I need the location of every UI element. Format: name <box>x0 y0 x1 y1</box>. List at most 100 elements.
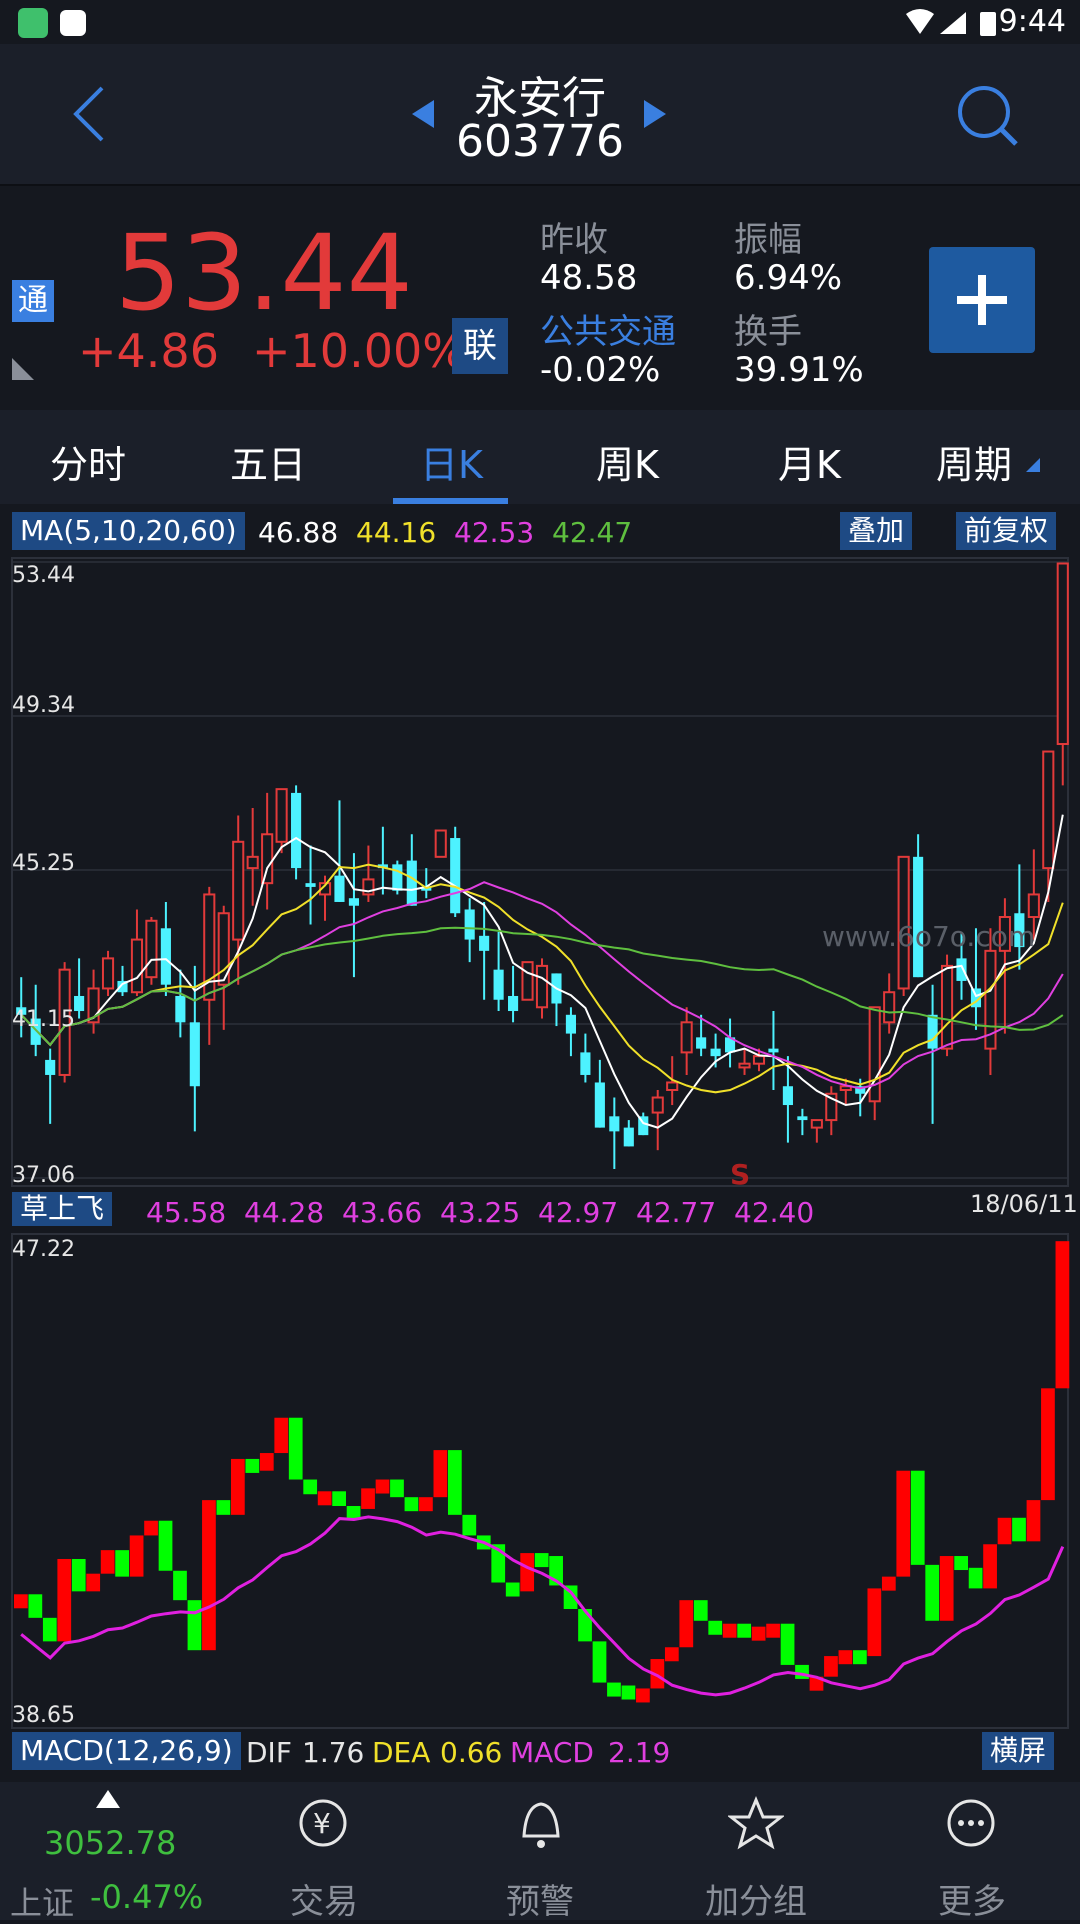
macd-value: 2.19 <box>608 1736 671 1769</box>
tab-monthly-k[interactable]: 月K <box>778 434 841 489</box>
sub-y-bottom: 38.65 <box>12 1703 75 1728</box>
add-watchlist-button[interactable] <box>929 247 1035 353</box>
ma5-value: 46.88 <box>258 516 339 549</box>
lian-badge[interactable]: 联 <box>452 318 508 374</box>
bottom-nav: 3052.78 上证 -0.47% ¥ 交易 预警 加分组 更多 <box>0 1782 1080 1922</box>
candle <box>246 807 259 906</box>
candle <box>175 969 186 1038</box>
y-label-bottom: 37.06 <box>12 1163 75 1188</box>
landscape-button[interactable]: 横屏 <box>982 1732 1055 1770</box>
header: 永安行 603776 <box>0 44 1080 186</box>
dif-value: 1.76 <box>302 1736 365 1769</box>
candle <box>117 965 128 996</box>
indicator-value-5: 42.97 <box>538 1196 619 1229</box>
candle <box>130 909 144 996</box>
nav-alert-label: 预警 <box>506 1882 574 1922</box>
indicator-block <box>896 1470 911 1577</box>
tab-daily-k[interactable]: 日K <box>420 434 483 489</box>
indicator-name[interactable]: 草上飞 <box>12 1192 113 1226</box>
tab-weekly-k[interactable]: 周K <box>596 434 659 489</box>
index-value[interactable]: 3052.78 <box>44 1824 176 1862</box>
candle <box>913 834 924 978</box>
active-tab-indicator <box>393 498 508 504</box>
price-change-percent: +10.00% <box>252 324 466 378</box>
candle <box>825 1086 838 1136</box>
caoshangfei-chart[interactable]: 47.22 38.65 <box>0 1232 1080 1730</box>
y-label-3: 45.25 <box>12 851 75 876</box>
index-name[interactable]: 上证 <box>10 1878 74 1924</box>
candle <box>768 1011 779 1090</box>
prev-close-label: 昨收 <box>540 220 608 260</box>
nav-alert[interactable]: 预警 <box>480 1782 600 1922</box>
candle <box>203 886 216 1045</box>
indicator-block <box>592 1641 607 1683</box>
indicator-block <box>1055 1241 1070 1389</box>
sell-signal-marker: S <box>730 1158 750 1188</box>
indicator-block <box>317 1491 332 1506</box>
indicator-block <box>939 1556 954 1621</box>
y-label-4: 41.15 <box>12 1007 75 1032</box>
kline-chart[interactable]: www.6o7o.com S 53.44 49.34 45.25 41.15 3… <box>0 556 1080 1188</box>
candle <box>580 1033 591 1083</box>
indicator-block <box>766 1623 780 1638</box>
chart-date: 18/06/11 <box>970 1190 1078 1218</box>
watermark: www.6o7o.com <box>822 920 1035 953</box>
indicator-block <box>636 1688 650 1703</box>
status-time: 9:44 <box>998 4 1066 39</box>
indicator-block <box>115 1550 130 1577</box>
candle <box>261 792 274 910</box>
candle <box>434 829 447 858</box>
overlay-button[interactable]: 叠加 <box>840 512 913 550</box>
candle <box>797 1108 808 1136</box>
svg-text:¥: ¥ <box>313 1807 331 1840</box>
more-icon <box>947 1799 995 1847</box>
index-change[interactable]: -0.47% <box>90 1878 203 1916</box>
nav-trade[interactable]: ¥ 交易 <box>264 1782 384 1922</box>
candle <box>651 1090 664 1151</box>
nav-more[interactable]: 更多 <box>912 1782 1032 1922</box>
indicator-block <box>867 1588 882 1657</box>
candle <box>334 800 345 902</box>
candle <box>406 834 417 906</box>
nav-more-label: 更多 <box>938 1882 1006 1922</box>
tab-five-day[interactable]: 五日 <box>230 434 306 489</box>
indicator-block <box>824 1656 838 1677</box>
search-icon <box>958 86 1010 138</box>
indicator-block <box>361 1488 375 1509</box>
sub-y-top: 47.22 <box>12 1237 75 1262</box>
indicator-block <box>303 1479 318 1495</box>
indicator-block <box>14 1594 28 1609</box>
nav-add-group[interactable]: 加分组 <box>696 1782 816 1922</box>
ma-indicator-label[interactable]: MA(5,10,20,60) <box>12 512 245 550</box>
y-label-2: 49.34 <box>12 693 75 718</box>
triangle-right-icon <box>644 100 666 128</box>
indicator-block <box>505 1582 520 1597</box>
search-button[interactable] <box>956 84 1020 148</box>
triangle-up-icon <box>96 1790 120 1808</box>
indicator-block <box>129 1535 144 1577</box>
plus-icon <box>957 275 1007 325</box>
macd-indicator-label[interactable]: MACD(12,26,9) <box>12 1732 241 1770</box>
price-change: +4.86 <box>78 324 219 378</box>
candle <box>377 826 388 895</box>
indicator-block <box>679 1600 694 1648</box>
candle <box>145 917 158 985</box>
turnover-label: 换手 <box>734 312 802 352</box>
tab-period[interactable]: 周期 <box>936 434 1012 489</box>
indicator-block <box>274 1417 289 1454</box>
indicator-legend-bar: 草上飞 45.58 44.28 43.66 43.25 42.97 42.77 … <box>0 1190 1080 1232</box>
indicator-value-3: 43.66 <box>342 1196 423 1229</box>
adjust-button[interactable]: 前复权 <box>956 512 1057 550</box>
indicator-value-4: 43.25 <box>440 1196 521 1229</box>
signal-icon <box>940 12 966 34</box>
next-stock-button[interactable] <box>644 100 666 128</box>
quote-panel: 通 53.44 +4.86 +10.00% 联 昨收 48.58 公共交通 -0… <box>0 186 1080 408</box>
indicator-value-6: 42.77 <box>636 1196 717 1229</box>
candle <box>101 950 115 996</box>
indicator-block <box>881 1576 896 1591</box>
ma10-value: 44.16 <box>356 516 437 549</box>
sector-label[interactable]: 公共交通 <box>540 304 676 353</box>
candle <box>724 1018 736 1068</box>
wifi-icon <box>906 9 934 34</box>
tab-minute[interactable]: 分时 <box>50 434 126 489</box>
